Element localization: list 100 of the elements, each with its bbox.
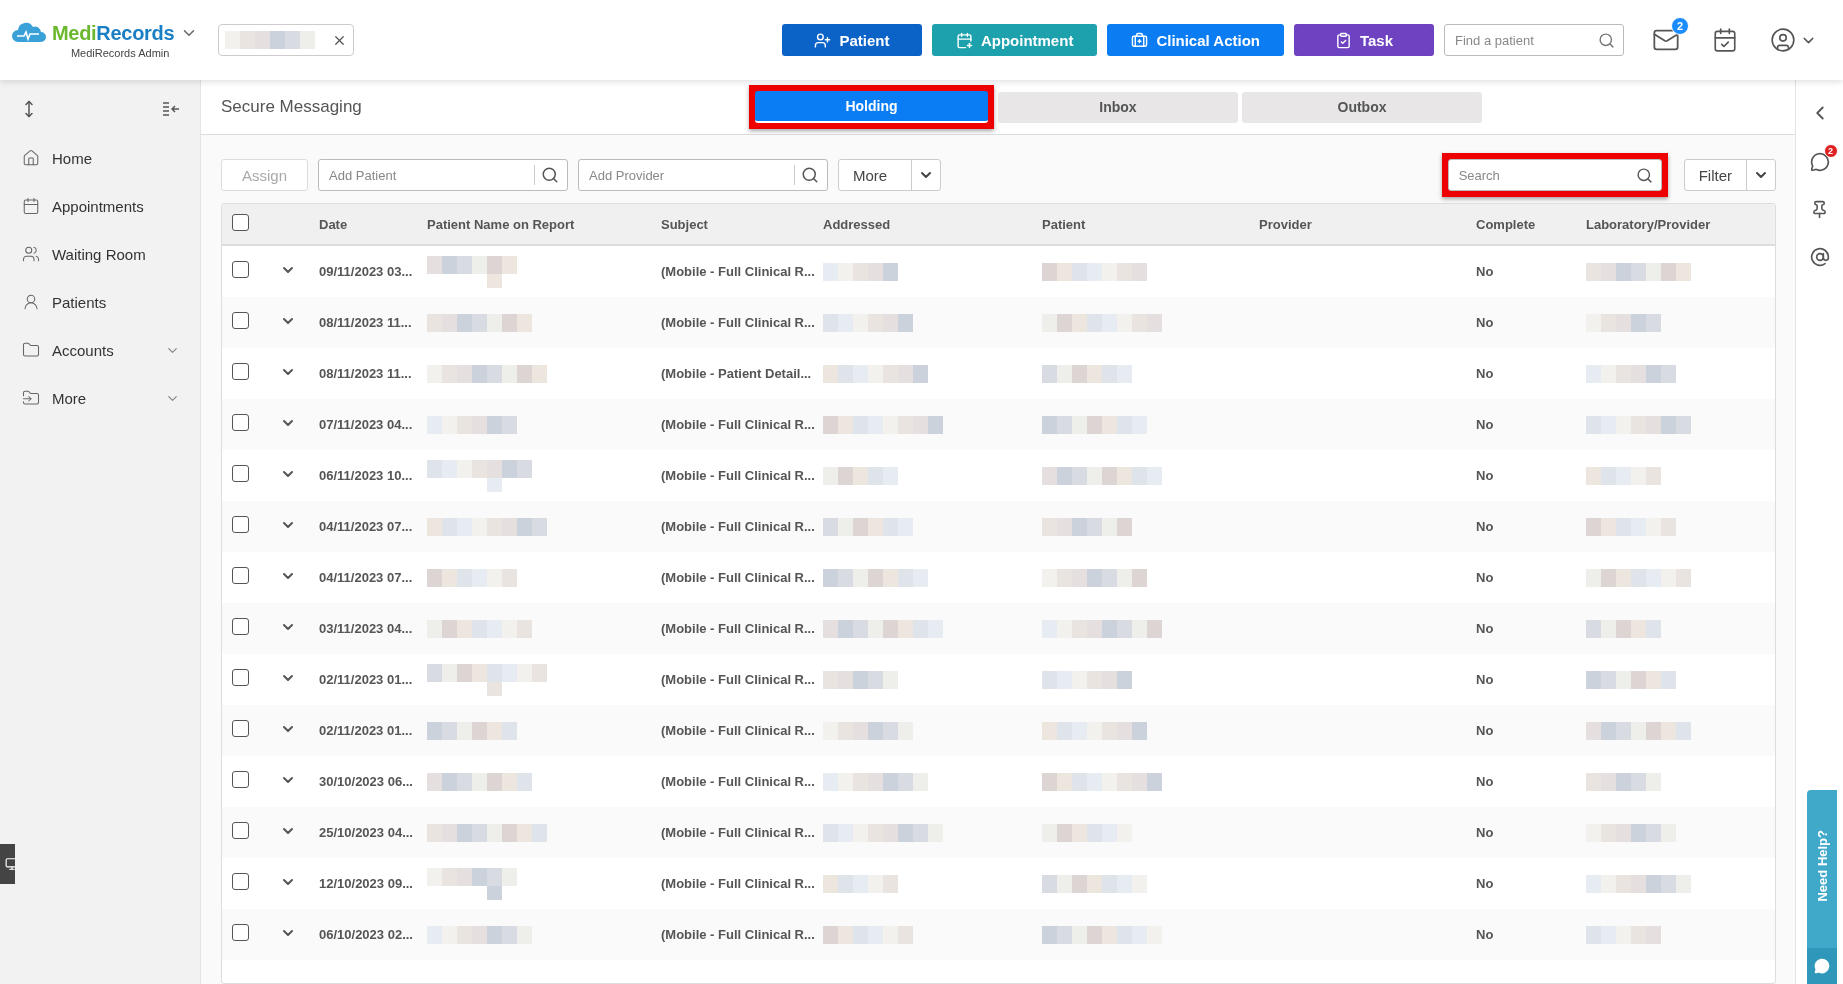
- monitor-icon: [5, 857, 15, 871]
- table-cell-text: (Mobile - Full Clinical R...: [660, 417, 816, 432]
- table-cell-text: (Mobile - Full Clinical R...: [660, 315, 816, 330]
- row-checkbox[interactable]: [232, 618, 249, 635]
- column-header[interactable]: Laboratory/Provider: [1579, 216, 1775, 232]
- table-cell-text: 06/10/2023 02...: [318, 927, 414, 942]
- table-cell-text: No: [1475, 825, 1495, 840]
- clipboard-check-icon: [1334, 31, 1352, 49]
- row-checkbox[interactable]: [232, 720, 249, 737]
- notification-badge: 2: [1823, 144, 1838, 158]
- table-cell-text: 30/10/2023 06...: [318, 774, 414, 789]
- calendar-plus-icon: [955, 31, 973, 49]
- table-cell-text: No: [1475, 774, 1495, 789]
- sidebar-icon: [22, 293, 40, 311]
- row-checkbox[interactable]: [232, 363, 249, 380]
- user-plus-icon: [814, 31, 832, 49]
- select-all-checkbox[interactable]: [232, 213, 249, 231]
- sidebar-item[interactable]: Home: [0, 134, 200, 182]
- sidebar-item[interactable]: Accounts: [0, 326, 200, 374]
- column-header[interactable]: Subject: [654, 216, 816, 232]
- side-tab[interactable]: [0, 844, 15, 884]
- tab[interactable]: Outbox: [1242, 91, 1482, 123]
- medical-case-icon: [1131, 31, 1149, 49]
- table-cell-text: 08/11/2023 11...: [318, 366, 413, 381]
- table-cell-text: No: [1475, 315, 1495, 330]
- sidebar-item[interactable]: More: [0, 374, 200, 422]
- pin-icon[interactable]: [1810, 200, 1829, 219]
- row-checkbox[interactable]: [232, 516, 249, 533]
- table-cell-text: No: [1475, 672, 1495, 687]
- table-cell-text: (Mobile - Full Clinical R...: [660, 570, 816, 585]
- chat-icon[interactable]: [1809, 152, 1830, 172]
- table-cell-text: (Mobile - Full Clinical R...: [660, 672, 816, 687]
- add-provider-field[interactable]: Add Provider: [587, 166, 789, 184]
- add-provider-box[interactable]: Add Provider: [578, 159, 829, 191]
- calendar-icon[interactable]: [1712, 27, 1738, 53]
- row-checkbox[interactable]: [232, 414, 249, 431]
- notification-badge: 2: [1671, 17, 1689, 35]
- table-cell-text: (Mobile - Full Clinical R...: [660, 468, 816, 483]
- search-icon: [1635, 166, 1653, 184]
- user-icon[interactable]: [1770, 27, 1796, 53]
- collapse-icon[interactable]: [162, 101, 180, 117]
- table-cell-text: (Mobile - Full Clinical R...: [660, 876, 816, 891]
- add-patient-box[interactable]: Add Patient: [318, 159, 569, 191]
- search-box[interactable]: Search: [1447, 159, 1662, 191]
- row-checkbox[interactable]: [232, 669, 249, 686]
- column-header[interactable]: Patient Name on Report: [420, 216, 654, 232]
- logo-text: MediRecords: [52, 21, 175, 45]
- patient-search-box[interactable]: Find a patient: [1444, 24, 1624, 56]
- filter-dropdown[interactable]: Filter: [1683, 159, 1776, 191]
- patient-search-field[interactable]: Find a patient: [1453, 31, 1592, 49]
- table-cell-text: (Mobile - Full Clinical R...: [660, 774, 816, 789]
- table-cell-text: No: [1475, 468, 1495, 483]
- sidebar-icon: [22, 149, 40, 167]
- table-cell-text: 02/11/2023 01...: [318, 723, 414, 738]
- sidebar-item[interactable]: Waiting Room: [0, 230, 200, 278]
- table-cell-text: (Mobile - Full Clinical R...: [660, 723, 816, 738]
- row-checkbox[interactable]: [232, 261, 249, 278]
- table-cell-text: 04/11/2023 07...: [318, 519, 414, 534]
- row-checkbox[interactable]: [232, 771, 249, 788]
- table-cell-text: (Mobile - Full Clinical R...: [660, 927, 816, 942]
- cloud-logo-icon: [12, 22, 46, 44]
- table-cell-text: 02/11/2023 01...: [318, 672, 414, 687]
- row-checkbox[interactable]: [232, 567, 249, 584]
- table-cell-text: No: [1475, 927, 1495, 942]
- tab[interactable]: Inbox: [998, 91, 1238, 123]
- page-title: Secure Messaging: [221, 97, 363, 117]
- sidebar-item[interactable]: Appointments: [0, 182, 200, 230]
- table-cell-text: No: [1475, 366, 1495, 381]
- more-dropdown[interactable]: More: [838, 159, 942, 191]
- row-checkbox[interactable]: [232, 822, 249, 839]
- search-field[interactable]: Search: [1456, 166, 1630, 184]
- table-cell-text: No: [1475, 570, 1495, 585]
- action-button[interactable]: Clinical Action: [1107, 24, 1284, 56]
- mention-icon[interactable]: [1809, 247, 1830, 267]
- row-checkbox[interactable]: [232, 873, 249, 890]
- column-header[interactable]: Patient: [1035, 216, 1252, 232]
- table-cell-text: No: [1475, 519, 1495, 534]
- table-cell-text: No: [1475, 621, 1495, 636]
- column-header[interactable]: Complete: [1469, 216, 1579, 232]
- tab[interactable]: Holding: [755, 91, 988, 123]
- table-cell-text: No: [1475, 264, 1495, 279]
- row-checkbox[interactable]: [232, 924, 249, 941]
- column-header[interactable]: Provider: [1252, 216, 1469, 232]
- action-button[interactable]: Patient: [781, 24, 922, 56]
- table-cell-text: No: [1475, 417, 1495, 432]
- row-checkbox[interactable]: [232, 465, 249, 482]
- row-checkbox[interactable]: [232, 312, 249, 329]
- table-cell-text: No: [1475, 723, 1495, 738]
- action-button[interactable]: Task: [1294, 24, 1434, 56]
- sidebar-icon: [22, 341, 40, 359]
- column-header[interactable]: Addressed: [816, 216, 1035, 232]
- sidebar-item[interactable]: Patients: [0, 278, 200, 326]
- sidebar-icon: [22, 245, 40, 263]
- table-cell-text: (Mobile - Full Clinical R...: [660, 519, 816, 534]
- add-patient-field[interactable]: Add Patient: [327, 166, 529, 184]
- column-header[interactable]: Date: [312, 216, 420, 232]
- sidebar-icon: [22, 389, 40, 407]
- search-icon: [541, 166, 560, 184]
- table-cell-text: 12/10/2023 09...: [318, 876, 414, 891]
- table-cell-text: No: [1475, 876, 1495, 891]
